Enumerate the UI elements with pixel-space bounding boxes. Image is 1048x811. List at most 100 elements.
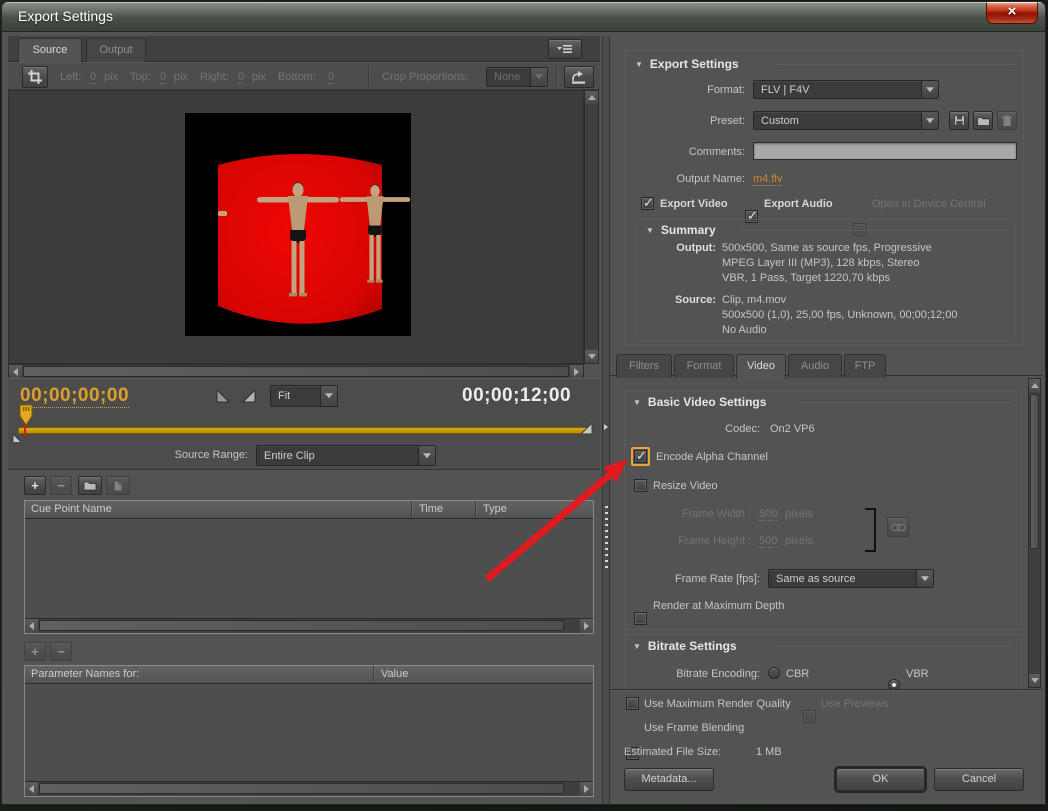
dropdown-arrow-icon: [418, 446, 435, 465]
export-audio-label: Export Audio: [764, 198, 833, 210]
duration-timecode: 00;00;12;00: [462, 385, 572, 406]
preset-dropdown[interactable]: Custom: [753, 111, 939, 130]
tab-ftp[interactable]: FTP: [844, 354, 886, 378]
export-settings-header[interactable]: ▼ Export Settings: [635, 57, 739, 71]
cue-table-hscroll[interactable]: [25, 618, 593, 633]
use-max-render-quality-label: Use Maximum Render Quality: [644, 698, 791, 710]
ok-button[interactable]: OK: [836, 768, 925, 791]
summary-header[interactable]: ▼ Summary: [646, 223, 716, 237]
frame-width-label: Frame Width :: [681, 508, 751, 520]
tab-audio[interactable]: Audio: [788, 354, 842, 378]
use-max-render-quality-checkbox[interactable]: [626, 697, 639, 710]
frame-height-label: Frame Height :: [678, 535, 751, 547]
delete-preset-button[interactable]: [997, 111, 1017, 130]
link-bracket: [865, 508, 876, 552]
tab-filters[interactable]: Filters: [616, 354, 672, 378]
export-settings-group: ▼ Export Settings Format: FLV | F4V Pres…: [624, 50, 1024, 346]
chain-icon: [890, 523, 906, 531]
frame-width-value: 500: [759, 508, 778, 521]
comments-input[interactable]: [753, 142, 1017, 160]
tab-format[interactable]: Format: [674, 354, 734, 378]
estimated-file-size-value: 1 MB: [756, 746, 782, 758]
playhead-marker[interactable]: [18, 404, 34, 430]
remove-cue-point-button[interactable]: −: [50, 476, 72, 495]
scroll-thumb[interactable]: [39, 620, 564, 631]
preset-label: Preset:: [710, 115, 745, 127]
frame-height-value: 500: [759, 535, 778, 548]
scroll-down-icon[interactable]: [585, 350, 598, 363]
scroll-thumb[interactable]: [1030, 394, 1039, 549]
plus-icon: +: [31, 644, 39, 659]
tab-output[interactable]: Output: [86, 38, 146, 62]
scroll-right-icon[interactable]: [580, 782, 593, 796]
import-preset-button[interactable]: [973, 111, 993, 130]
scroll-left-icon[interactable]: [25, 782, 38, 796]
range-out-handle[interactable]: [580, 422, 594, 436]
scroll-left-icon[interactable]: [25, 619, 38, 633]
metadata-button[interactable]: Metadata...: [624, 768, 714, 791]
resize-video-checkbox[interactable]: [634, 479, 647, 492]
source-range-dropdown[interactable]: Entire Clip: [256, 445, 436, 466]
scroll-right-icon[interactable]: [570, 365, 583, 378]
scroll-up-icon[interactable]: [585, 91, 598, 104]
preview-horizontal-scrollbar[interactable]: [8, 364, 584, 379]
cancel-button[interactable]: Cancel: [934, 768, 1024, 791]
scroll-up-icon[interactable]: [1029, 379, 1040, 392]
output-name-label: Output Name:: [676, 173, 745, 185]
source-range-label: Source Range:: [174, 449, 248, 461]
crop-icon: [28, 70, 42, 84]
title-bar[interactable]: Export Settings ×: [2, 2, 1045, 32]
save-preset-button[interactable]: [949, 111, 969, 130]
scroll-left-icon[interactable]: [9, 365, 22, 378]
parameter-table-body[interactable]: [25, 684, 593, 780]
save-cue-file-button[interactable]: [106, 476, 130, 495]
codec-value: On2 VP6: [770, 423, 815, 435]
settings-tabbar: Filters Format Video Audio FTP: [610, 352, 1042, 379]
tab-video[interactable]: Video: [736, 354, 786, 379]
panel-menu-button[interactable]: [548, 39, 582, 59]
scroll-thumb[interactable]: [39, 783, 564, 794]
export-video-checkbox[interactable]: [641, 195, 654, 211]
basic-video-settings-header[interactable]: ▼ Basic Video Settings: [633, 395, 766, 409]
zoom-level-dropdown[interactable]: Fit: [270, 385, 338, 407]
set-out-point-button[interactable]: [242, 389, 257, 404]
scroll-down-icon[interactable]: [1029, 674, 1040, 687]
parameter-table-header: Parameter Names for: Value: [25, 666, 593, 684]
scroll-thumb[interactable]: [23, 366, 569, 377]
format-dropdown[interactable]: FLV | F4V: [753, 80, 939, 99]
minus-icon: −: [57, 478, 65, 493]
output-settings-button[interactable]: [564, 66, 594, 88]
close-button[interactable]: ×: [986, 2, 1038, 24]
source-range-row: Source Range: Entire Clip: [8, 442, 600, 470]
frame-rate-dropdown[interactable]: Same as source: [768, 569, 934, 588]
scroll-right-icon[interactable]: [580, 619, 593, 633]
preview-vertical-scrollbar[interactable]: [584, 90, 599, 364]
use-previews-label: Use Previews: [821, 698, 889, 710]
add-cue-point-button[interactable]: +: [24, 476, 46, 495]
load-cue-file-button[interactable]: [78, 476, 102, 495]
preview-area: [8, 90, 584, 364]
current-timecode[interactable]: 00;00;00;00: [20, 385, 130, 408]
timeline-bar[interactable]: [18, 427, 590, 434]
cue-table-body[interactable]: [25, 519, 593, 617]
output-name-link[interactable]: m4.flv: [753, 173, 783, 186]
tab-source[interactable]: Source: [18, 38, 82, 63]
trash-icon: [1002, 114, 1012, 126]
encode-alpha-checkbox[interactable]: [634, 448, 647, 464]
bitrate-cbr-radio[interactable]: [768, 667, 780, 679]
crop-top-label: Top:: [130, 71, 151, 83]
render-max-depth-checkbox[interactable]: [634, 612, 647, 625]
add-parameter-button[interactable]: +: [24, 642, 46, 661]
plus-icon: +: [31, 478, 39, 493]
dropdown-arrow-icon: [916, 570, 933, 587]
bitrate-vbr-radio[interactable]: [888, 679, 900, 689]
summary-output-label: Output:: [676, 242, 716, 254]
remove-parameter-button[interactable]: −: [50, 642, 72, 661]
panel-splitter[interactable]: [602, 36, 610, 804]
parameter-table-hscroll[interactable]: [25, 781, 593, 796]
crop-button[interactable]: [22, 66, 48, 88]
use-previews-checkbox: [803, 710, 816, 723]
set-in-point-button[interactable]: [216, 389, 231, 404]
settings-vertical-scrollbar[interactable]: [1028, 378, 1041, 688]
bitrate-settings-header[interactable]: ▼ Bitrate Settings: [633, 639, 737, 653]
